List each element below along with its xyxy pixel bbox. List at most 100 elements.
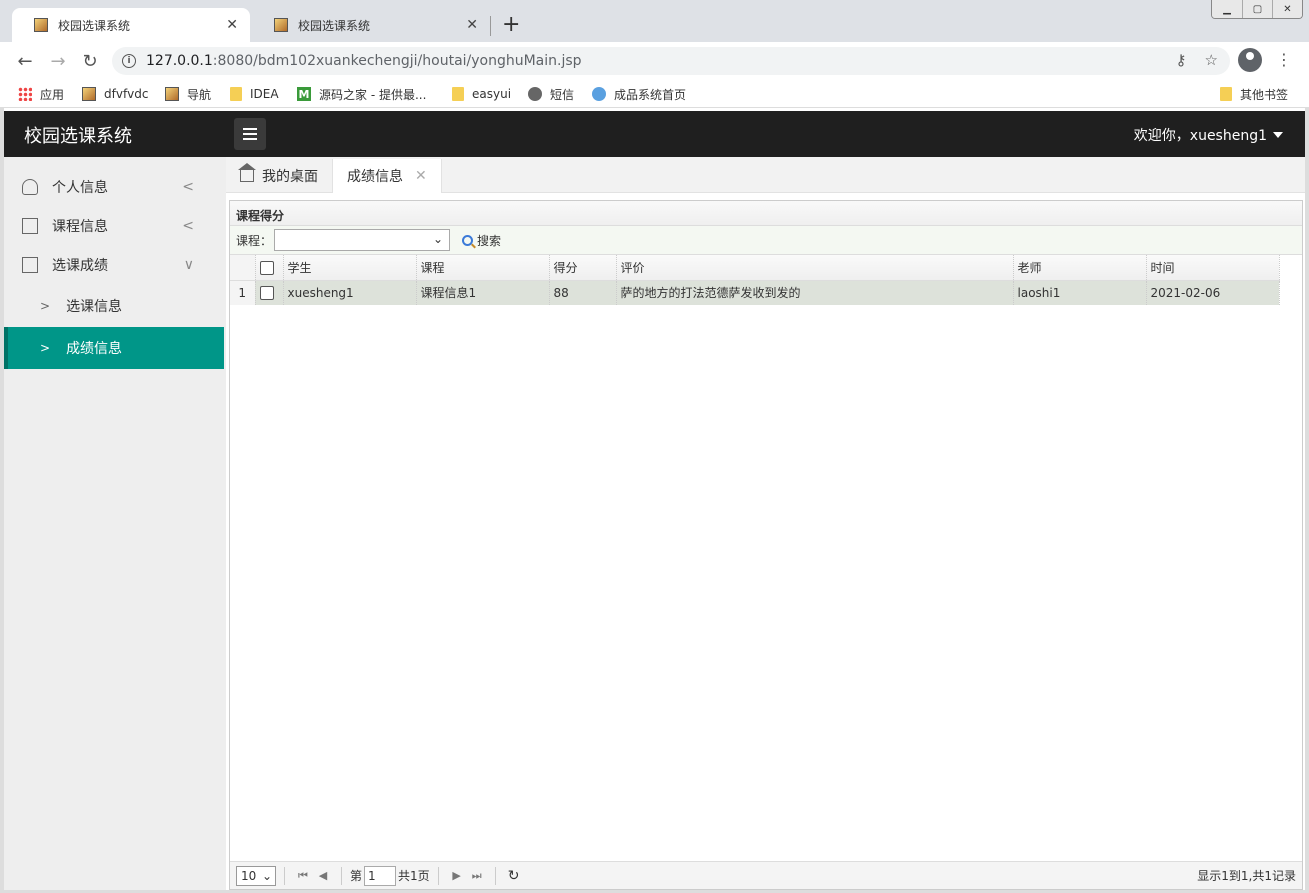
search-button[interactable]: 搜索	[462, 232, 501, 249]
course-select[interactable]: ⌄	[274, 229, 451, 251]
bookmark-nav[interactable]: 导航	[165, 84, 211, 104]
bookmark-dfvfvdc[interactable]: dfvfvdc	[82, 84, 148, 104]
course-filter-label: 课程：	[236, 233, 273, 248]
bookmark-easyui[interactable]: easyui	[452, 84, 511, 104]
bookmarks-bar: 应用 dfvfvdc 导航 IDEA M 源码之家 - 提供最... easyui…	[0, 80, 1309, 108]
bookmark-label: 源码之家 - 提供最...	[319, 87, 427, 102]
page-tabs: 我的桌面 成绩信息 ✕	[226, 157, 1305, 193]
browser-tab-bar: 校园选课系统 ✕ 校园选课系统 ✕ + ▁ ▢ ✕	[0, 0, 1309, 42]
cell-teacher: laoshi1	[1013, 280, 1147, 305]
image-icon	[82, 87, 96, 101]
folder-icon	[230, 87, 242, 101]
document-icon	[22, 256, 38, 273]
more-menu-icon[interactable]: ⋮	[1276, 50, 1292, 70]
bookmark-label: 其他书签	[1240, 87, 1289, 102]
pager-info: 显示1到1,共1记录	[1197, 869, 1296, 883]
next-page-icon[interactable]: ▶	[447, 869, 467, 882]
forward-arrow-icon[interactable]: →	[45, 48, 71, 74]
select-all-checkbox[interactable]	[259, 260, 274, 275]
m-logo-icon: M	[297, 87, 311, 101]
sidebar-item-profile[interactable]: 个人信息 <	[4, 167, 224, 206]
sidebar-item-label: 课程信息	[52, 218, 108, 235]
home-icon	[592, 87, 606, 101]
first-page-icon[interactable]: ⏮	[293, 869, 313, 883]
close-icon[interactable]: ✕	[466, 17, 478, 33]
search-label: 搜索	[477, 233, 502, 248]
prev-page-icon[interactable]: ◀	[313, 869, 333, 882]
chevron-down-icon: ∨	[183, 256, 194, 273]
tab-separator	[490, 16, 491, 36]
new-tab-button[interactable]: +	[502, 12, 520, 38]
bookmark-home[interactable]: 成品系统首页	[592, 84, 686, 104]
close-icon[interactable]: ✕	[226, 17, 238, 33]
app-header: 校园选课系统 欢迎你，xuesheng1	[4, 111, 1305, 157]
browser-tab-title: 校园选课系统	[58, 18, 131, 33]
app-title: 校园选课系统	[24, 126, 132, 147]
bookmark-apps[interactable]: 应用	[18, 84, 64, 104]
page-prefix: 第	[350, 869, 363, 883]
page-number-input[interactable]: 1	[364, 865, 397, 886]
star-icon[interactable]: ☆	[1205, 51, 1218, 69]
refresh-icon[interactable]: ↻	[504, 868, 524, 884]
filter-toolbar: 课程： ⌄ 搜索	[230, 226, 1302, 255]
table-row[interactable]: 1 xuesheng1 课程信息1 88 萨的地方的打法范德萨发收到发的 lao…	[230, 280, 1280, 305]
select-all-cell[interactable]	[255, 255, 284, 281]
browser-tab-2[interactable]: 校园选课系统 ✕	[252, 8, 490, 42]
chevron-left-icon: <	[182, 217, 194, 234]
sidebar-item-grades[interactable]: 选课成绩 ∨	[4, 245, 224, 284]
content-area: 我的桌面 成绩信息 ✕ 课程得分 课程： ⌄ 搜索 学生 课程 得分 评价 老师…	[226, 157, 1305, 890]
key-icon[interactable]: ⚷	[1176, 51, 1187, 69]
column-header-time[interactable]: 时间	[1146, 255, 1280, 281]
back-arrow-icon[interactable]: ←	[12, 48, 38, 74]
pager-separator	[494, 866, 496, 885]
user-menu[interactable]: 欢迎你，xuesheng1	[1134, 125, 1283, 145]
last-page-icon[interactable]: ⏭	[467, 869, 487, 883]
sidebar: 个人信息 < 课程信息 < 选课成绩 ∨ > 选课信息 > 成绩信息	[4, 157, 226, 890]
row-checkbox[interactable]	[259, 286, 274, 300]
sidebar-subitem-scores[interactable]: > 成绩信息	[4, 327, 224, 369]
column-header-student[interactable]: 学生	[283, 255, 417, 281]
chevron-right-icon: >	[40, 341, 51, 355]
menu-toggle-button[interactable]	[234, 118, 266, 150]
apps-icon	[18, 87, 32, 101]
url-text: 127.0.0.1:8080/bdm102xuankechengji/houta…	[146, 53, 582, 69]
column-header-course[interactable]: 课程	[416, 255, 550, 281]
info-icon[interactable]: i	[122, 54, 136, 68]
image-icon	[165, 87, 179, 101]
reload-icon[interactable]: ↻	[77, 48, 103, 74]
profile-avatar-icon[interactable]	[1238, 48, 1262, 72]
chevron-right-icon: >	[40, 299, 51, 313]
cell-time: 2021-02-06	[1146, 280, 1280, 305]
bookmark-idea[interactable]: IDEA	[230, 84, 279, 104]
favicon-icon	[34, 18, 48, 32]
minimize-icon[interactable]: ▁	[1212, 0, 1242, 18]
close-window-icon[interactable]: ✕	[1272, 0, 1302, 18]
browser-toolbar: ← → ↻ i 127.0.0.1:8080/bdm102xuankecheng…	[0, 42, 1309, 80]
sidebar-item-courses[interactable]: 课程信息 <	[4, 206, 224, 245]
sidebar-item-label: 个人信息	[52, 179, 108, 196]
grades-table: 学生 课程 得分 评价 老师 时间 1 xuesheng1 课程信息1 88 萨…	[230, 255, 1280, 305]
browser-tab-1[interactable]: 校园选课系统 ✕	[12, 8, 250, 42]
sidebar-subitem-selection[interactable]: > 选课信息	[4, 285, 224, 327]
chevron-down-icon: ⌄	[261, 868, 272, 883]
close-icon[interactable]: ✕	[415, 168, 427, 184]
tab-label: 我的桌面	[262, 169, 318, 185]
bookmark-sms[interactable]: 短信	[528, 84, 574, 104]
bookmark-other[interactable]: 其他书签	[1220, 84, 1288, 104]
cell-comment: 萨的地方的打法范德萨发收到发的	[616, 280, 1014, 305]
row-select-cell[interactable]	[255, 280, 284, 305]
tab-label: 成绩信息	[347, 169, 403, 185]
column-header-score[interactable]: 得分	[549, 255, 617, 281]
column-header-teacher[interactable]: 老师	[1013, 255, 1147, 281]
chevron-left-icon: <	[182, 178, 194, 195]
maximize-icon[interactable]: ▢	[1242, 0, 1272, 18]
tab-home[interactable]: 我的桌面	[226, 159, 332, 193]
bookmark-yuanma[interactable]: M 源码之家 - 提供最...	[297, 84, 426, 104]
tab-scores[interactable]: 成绩信息 ✕	[332, 159, 442, 193]
rownum-header	[230, 255, 256, 281]
address-bar[interactable]: i 127.0.0.1:8080/bdm102xuankechengji/hou…	[112, 47, 1230, 75]
page-size-select[interactable]: 10 ⌄	[236, 865, 276, 886]
bookmark-label: 应用	[40, 87, 65, 102]
column-header-comment[interactable]: 评价	[616, 255, 1014, 281]
caret-down-icon	[1273, 132, 1283, 138]
